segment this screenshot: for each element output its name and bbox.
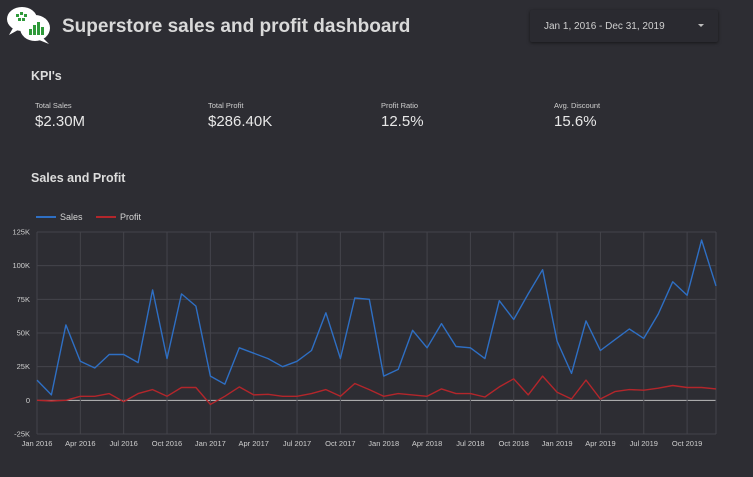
x-tick-label: Oct 2018 [499, 439, 529, 448]
x-tick-label: Jul 2017 [283, 439, 311, 448]
sales-profit-section-title: Sales and Profit [31, 171, 126, 185]
x-tick-label: Apr 2016 [65, 439, 95, 448]
y-tick-label: 25K [17, 362, 30, 371]
kpi-value: 12.5% [381, 113, 424, 130]
sales-profit-line-chart: 125K 100K 75K 50K 25K 0 -25KJan 2016 Apr 2016 Ju… [12, 228, 717, 448]
x-tick-label: Apr 2017 [238, 439, 268, 448]
y-tick-label: 0 [26, 396, 30, 405]
legend-item-profit[interactable]: Profit [96, 212, 141, 222]
x-tick-label: Jan 2018 [368, 439, 399, 448]
kpi-value: $286.40K [208, 113, 273, 130]
x-tick-label: Jul 2016 [110, 439, 138, 448]
kpi-label: Profit Ratio [381, 101, 419, 110]
kpi-label: Total Profit [208, 101, 244, 110]
x-tick-label: Oct 2017 [325, 439, 355, 448]
x-tick-label: Jan 2016 [22, 439, 53, 448]
chat-bubbles-chart-icon [7, 7, 50, 44]
x-tick-label: Apr 2018 [412, 439, 442, 448]
date-range-picker[interactable]: Jan 1, 2016 - Dec 31, 2019 [530, 10, 718, 42]
legend-label-profit: Profit [120, 212, 142, 222]
series-line-sales [36, 239, 717, 396]
x-tick-label: Jul 2019 [630, 439, 658, 448]
kpi-avg-discount: Avg. Discount 15.6% [554, 101, 600, 130]
x-tick-label: Jan 2017 [195, 439, 226, 448]
kpi-label: Avg. Discount [554, 101, 601, 110]
y-tick-label: 75K [17, 295, 30, 304]
x-tick-label: Apr 2019 [585, 439, 615, 448]
legend-swatch-profit [96, 215, 116, 218]
x-tick-label: Oct 2016 [152, 439, 182, 448]
kpi-profit-ratio: Profit Ratio 12.5% [381, 101, 424, 130]
y-tick-label: -25K [14, 430, 30, 439]
kpi-total-sales: Total Sales $2.30M [35, 101, 85, 130]
kpi-total-profit: Total Profit $286.40K [208, 101, 272, 130]
legend-label-sales: Sales [60, 212, 83, 222]
date-range-label: Jan 1, 2016 - Dec 31, 2019 [544, 21, 665, 32]
x-tick-label: Jan 2019 [542, 439, 573, 448]
chevron-down-icon [698, 24, 704, 27]
kpi-label: Total Sales [35, 101, 72, 110]
y-tick-label: 100K [12, 261, 30, 270]
header: Superstore sales and profit dashboard Ja… [0, 0, 753, 56]
page-title: Superstore sales and profit dashboard [62, 16, 411, 37]
legend-item-sales[interactable]: Sales [36, 212, 83, 222]
x-tick-label: Jul 2018 [456, 439, 484, 448]
kpi-section-title: KPI's [31, 69, 62, 83]
y-tick-label: 50K [17, 329, 30, 338]
legend-swatch-sales [36, 215, 56, 218]
x-tick-label: Oct 2019 [672, 439, 702, 448]
kpi-value: 15.6% [554, 113, 597, 130]
kpi-value: $2.30M [35, 113, 86, 130]
y-tick-label: 125K [12, 228, 30, 237]
